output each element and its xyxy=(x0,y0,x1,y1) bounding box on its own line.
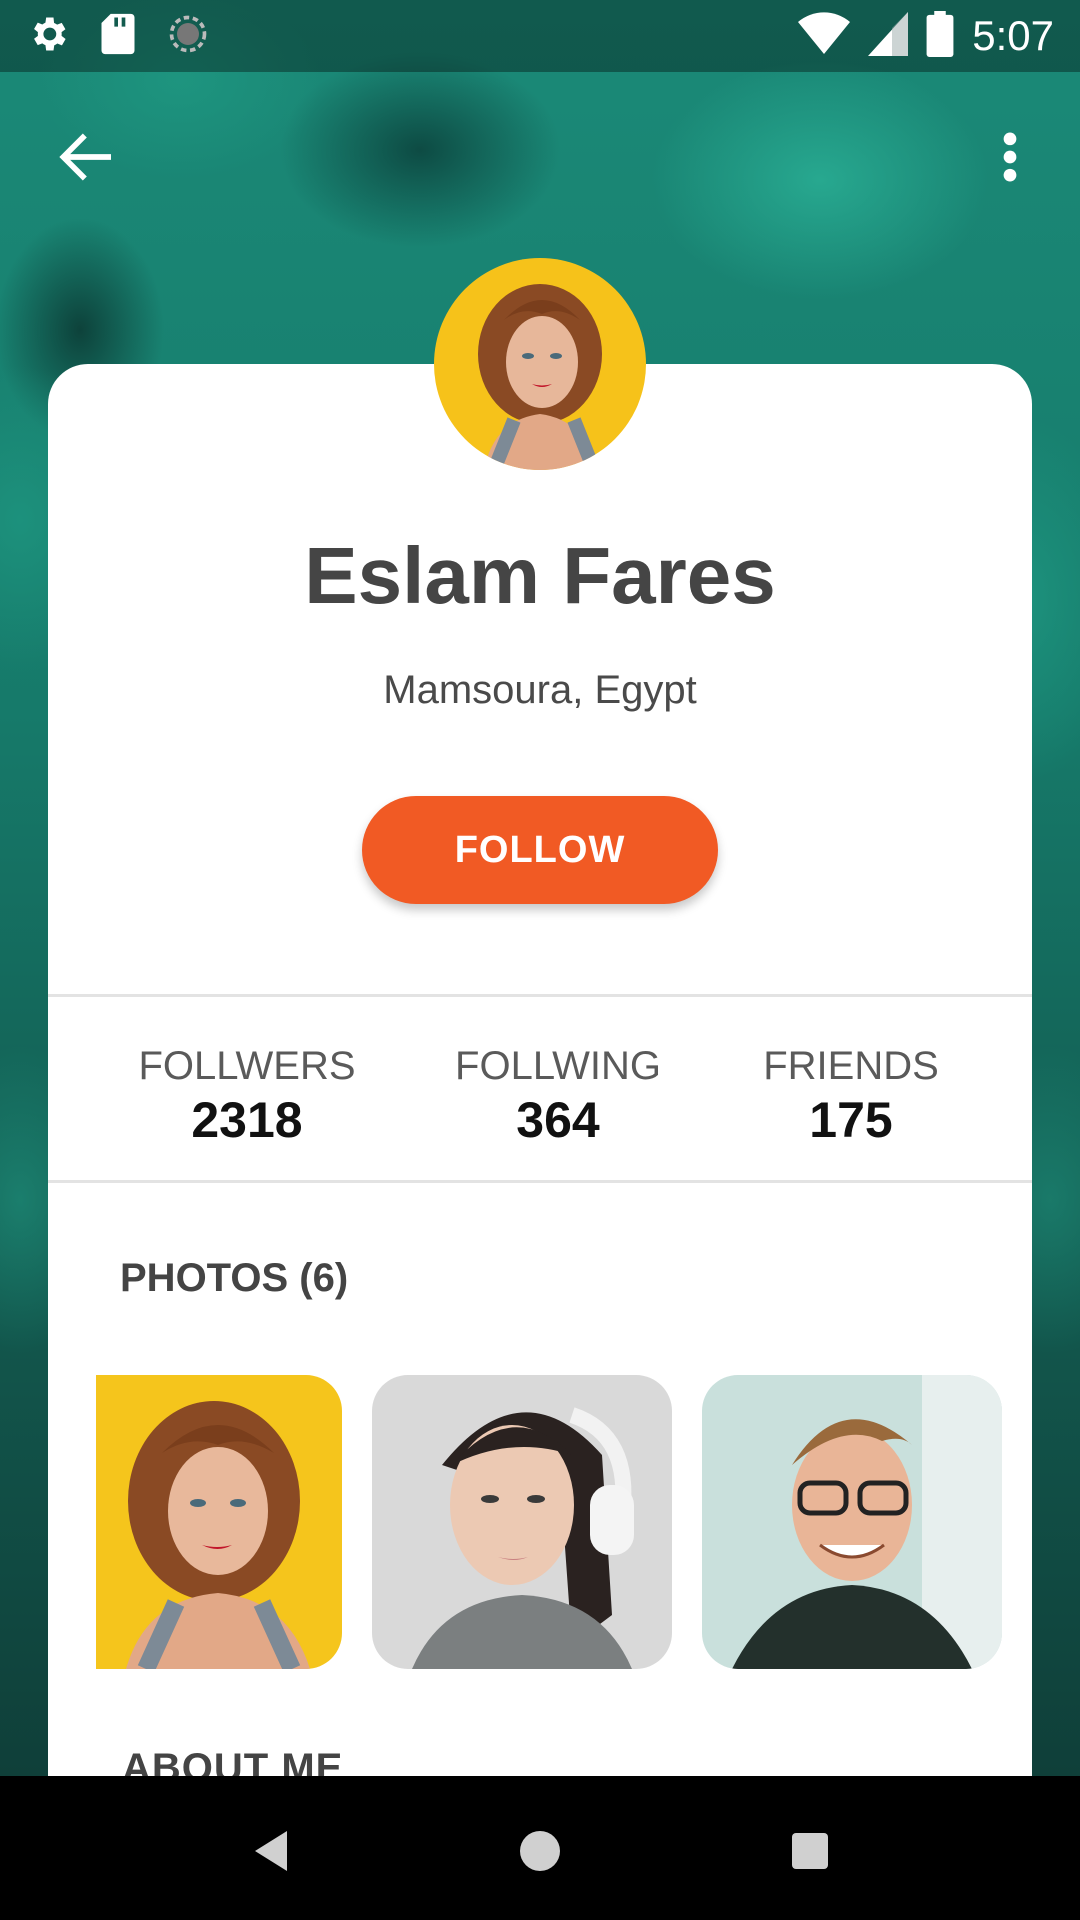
stat-value: 2318 xyxy=(191,1092,303,1148)
sync-icon xyxy=(166,12,210,61)
profile-name: Eslam Fares xyxy=(304,531,776,620)
photo-thumbnail[interactable] xyxy=(96,1375,342,1669)
more-options-button[interactable] xyxy=(980,122,1040,192)
stat-label: FOLLWERS xyxy=(138,1044,356,1088)
stat-label: FOLLWING xyxy=(455,1044,661,1088)
arrow-back-icon xyxy=(59,133,111,181)
app-bar xyxy=(0,72,1080,242)
photo-thumbnail[interactable] xyxy=(372,1375,672,1669)
nav-back-button[interactable] xyxy=(236,1816,306,1886)
divider xyxy=(48,1180,1032,1183)
nav-recents-button[interactable] xyxy=(775,1816,845,1886)
battery-icon xyxy=(926,10,954,62)
stat-label: FRIENDS xyxy=(763,1044,939,1088)
photos-section-title: PHOTOS (6) xyxy=(120,1256,349,1300)
settings-icon xyxy=(26,12,70,61)
navigation-bar xyxy=(0,1776,1080,1920)
wifi-icon xyxy=(798,11,851,61)
status-time: 5:07 xyxy=(972,12,1054,59)
sd-card-icon xyxy=(98,12,138,61)
nav-back-icon xyxy=(255,1831,287,1871)
avatar[interactable] xyxy=(434,258,646,470)
follow-button[interactable]: FOLLOW xyxy=(362,796,718,904)
stat-following[interactable]: FOLLWING 364 xyxy=(428,1042,688,1150)
divider xyxy=(48,994,1032,997)
nav-home-icon xyxy=(520,1831,560,1871)
nav-recents-icon xyxy=(792,1833,828,1869)
stat-friends[interactable]: FRIENDS 175 xyxy=(721,1042,981,1150)
back-button[interactable] xyxy=(50,122,120,192)
status-bar: 5:07 xyxy=(0,0,1080,72)
stat-value: 175 xyxy=(809,1092,893,1148)
stat-value: 364 xyxy=(516,1092,600,1148)
photo-thumbnail[interactable] xyxy=(702,1375,1002,1669)
cell-signal-icon xyxy=(868,11,909,61)
nav-home-button[interactable] xyxy=(505,1816,575,1886)
stat-followers[interactable]: FOLLWERS 2318 xyxy=(117,1042,377,1150)
profile-location: Mamsoura, Egypt xyxy=(383,668,697,712)
more-vert-icon xyxy=(1003,132,1017,182)
